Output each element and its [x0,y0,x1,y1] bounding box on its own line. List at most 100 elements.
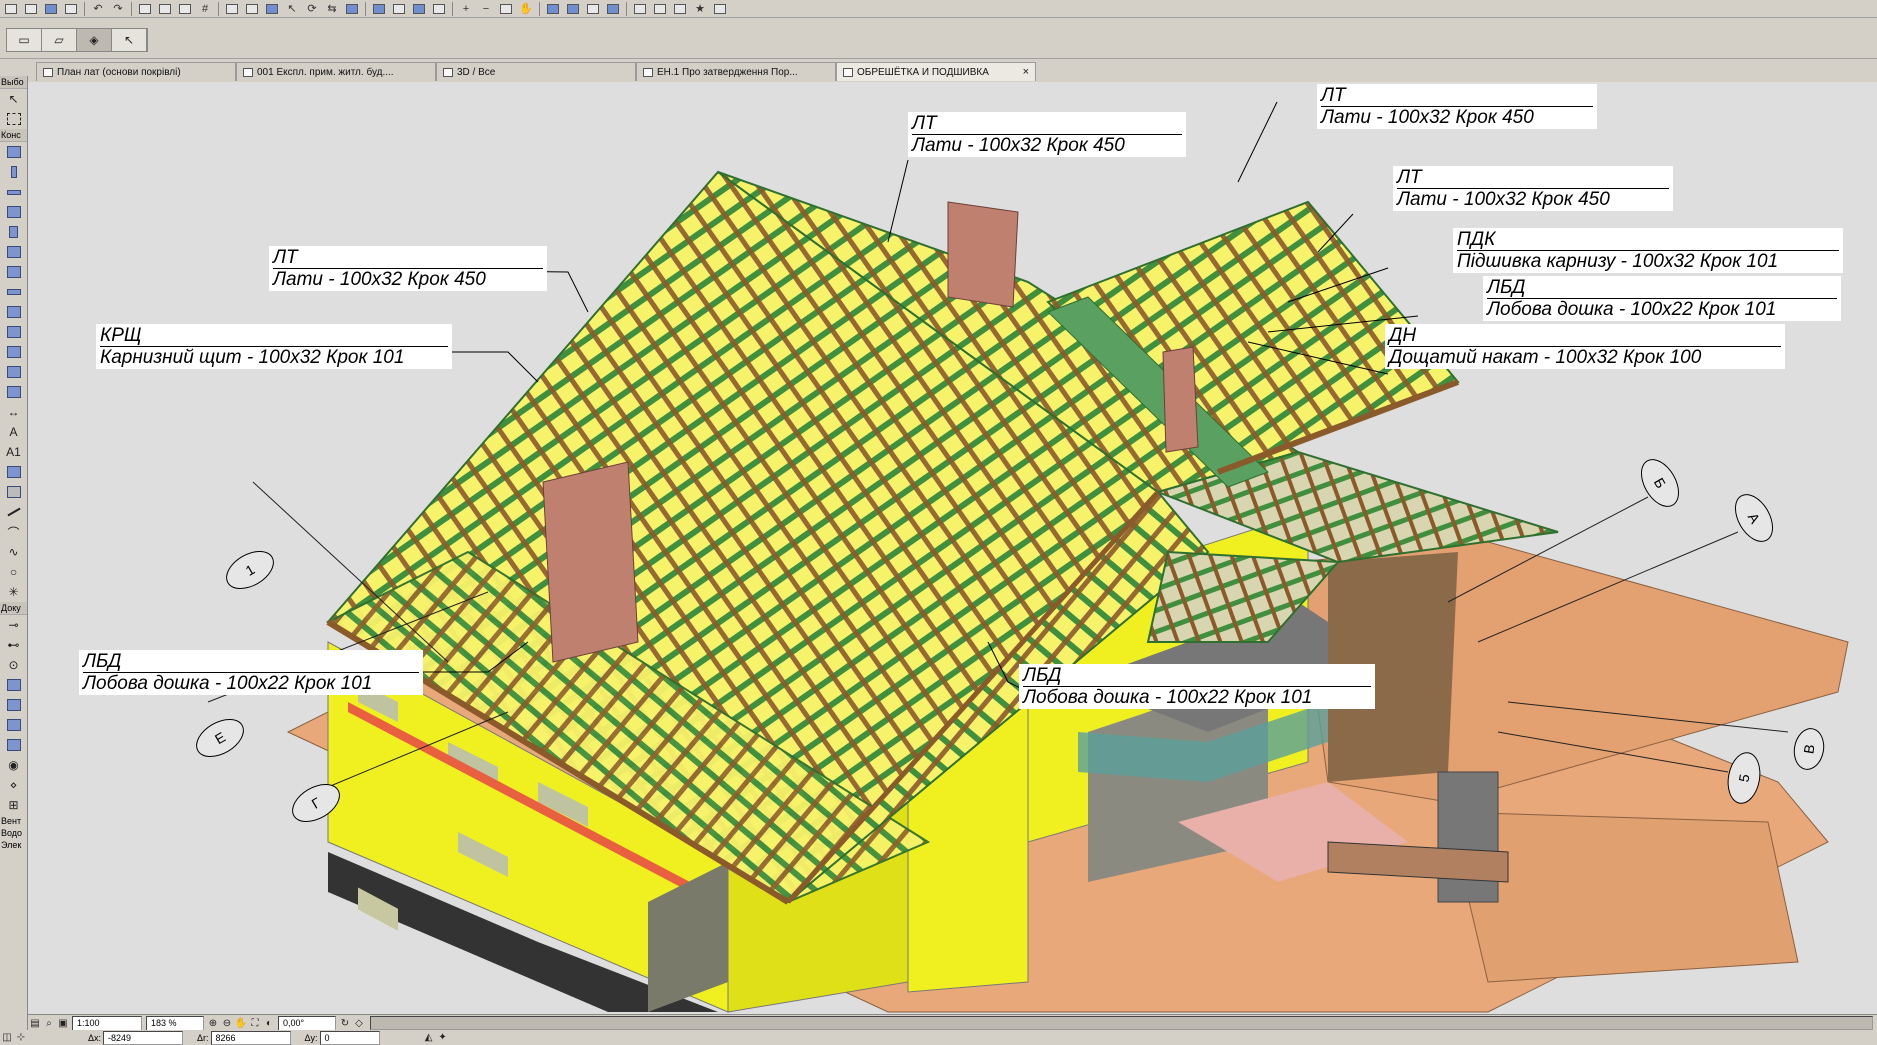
detail-tool-icon[interactable] [0,695,27,715]
tab-3d-all[interactable]: 3D / Все [436,62,636,81]
camera-tool-icon[interactable]: ◉ [0,755,27,775]
publisher-icon[interactable] [651,1,669,17]
roof-tool-icon[interactable] [0,302,27,322]
door-tool-icon[interactable] [0,222,27,242]
fit-in-window-icon[interactable]: ⛶ [248,1017,262,1029]
section-tool-icon[interactable]: ⊸ [0,615,27,635]
materials-icon[interactable] [604,1,622,17]
tab-plan-lath[interactable]: План лат (основи покрівлі) [36,62,236,81]
section-mode-button[interactable]: ▱ [42,29,77,51]
previous-view-icon[interactable]: ◐ [262,1017,276,1029]
object-tool-icon[interactable] [0,242,27,262]
favorites-star-icon[interactable]: ★ [691,1,709,17]
callout-eave-shield[interactable]: КРЩ Карнизний щит - 100х32 Крок 101 [96,324,452,369]
callout-fascia-right[interactable]: ЛБД Лобова дошка - 100х22 Крок 101 [1483,276,1841,321]
detail-icon[interactable] [430,1,448,17]
orientation-field[interactable]: 0,00° [278,1015,336,1031]
grid-icon[interactable]: # [196,1,214,17]
zoom-in-icon[interactable]: + [457,1,475,17]
light-icon[interactable] [584,1,602,17]
view-options-icon[interactable] [176,1,194,17]
snap-icon[interactable] [223,1,241,17]
close-tab-icon[interactable]: × [1023,66,1029,78]
shell-tool-icon[interactable] [0,322,27,342]
dimension-tool-icon[interactable]: ↔ [0,402,27,422]
layout-icon[interactable]: ▤ [28,1017,42,1029]
save-icon[interactable] [42,1,60,17]
pan-icon[interactable]: ✋ [517,1,535,17]
tab-explication[interactable]: 001 Експл. прим. житл. буд.... [236,62,436,81]
new-file-icon[interactable] [2,1,20,17]
interior-elevation-tool-icon[interactable]: ⊙ [0,655,27,675]
dy-field[interactable]: 0 [319,1030,380,1045]
zoom-out-icon[interactable]: ⊖ [220,1017,234,1029]
beam-tool-icon[interactable] [0,182,27,202]
callout-lath-2[interactable]: ЛТ Лати - 100х32 Крок 450 [1317,84,1597,129]
plan-mode-button[interactable]: ▭ [7,29,42,51]
marquee-tool-icon[interactable] [0,109,27,129]
zone-tool-icon[interactable] [0,462,27,482]
change-tool-icon[interactable] [0,715,27,735]
callout-board-deck[interactable]: ДН Дощатий накат - 100х32 Крок 100 [1385,324,1785,369]
level-tool-icon[interactable]: ⋄ [0,775,27,795]
callout-eave-soffit[interactable]: ПДК Підшивка карнизу - 100х32 Крок 101 [1453,228,1843,273]
callout-lath-1[interactable]: ЛТ Лати - 100х32 Крок 450 [908,112,1186,157]
morph-tool-icon[interactable] [0,342,27,362]
callout-lath-4[interactable]: ЛТ Лати - 100х32 Крок 450 [269,246,547,291]
zoom-in-icon[interactable]: ⊕ [206,1017,220,1029]
snap-guides-icon[interactable]: ◭ [422,1032,436,1044]
worksheet-tool-icon[interactable] [0,675,27,695]
render-icon[interactable] [544,1,562,17]
callout-lath-3[interactable]: ЛТ Лати - 100х32 Крок 450 [1393,166,1673,211]
undo-icon[interactable]: ↶ [89,1,107,17]
coordinate-mode-icon[interactable]: ◫ [0,1032,14,1044]
polyline-tool-icon[interactable]: ⌒ [0,522,27,542]
guide-icon[interactable] [243,1,261,17]
zoom-field[interactable]: 183 % [146,1015,204,1031]
elevate-icon[interactable] [343,1,361,17]
line-tool-icon[interactable] [0,502,27,522]
camera-icon[interactable] [564,1,582,17]
dr-field[interactable]: 8266 [210,1030,291,1045]
pen-set-icon[interactable] [156,1,174,17]
layer-settings-icon[interactable] [136,1,154,17]
settings-icon[interactable] [711,1,729,17]
circle-tool-icon[interactable]: ○ [0,562,27,582]
tab-lath-and-soffit[interactable]: ОБРЕШЁТКА И ПОДШИВКА × [836,62,1036,81]
zoom-out-icon[interactable]: − [477,1,495,17]
redo-icon[interactable]: ↷ [109,1,127,17]
3d-mode-button[interactable]: ◈ [77,29,112,51]
callout-fascia-center[interactable]: ЛБД Лобова дошка - 100х22 Крок 101 [1019,664,1375,709]
elevation-tool-icon[interactable]: ⊷ [0,635,27,655]
scale-field[interactable]: 1:100 [72,1015,142,1031]
column-tool-icon[interactable] [0,162,27,182]
layout-book-icon[interactable] [631,1,649,17]
select-arrow-icon[interactable]: ↖ [283,1,301,17]
callout-fascia-left[interactable]: ЛБД Лобова дошка - 100х22 Крок 101 [79,650,423,695]
teamwork-icon[interactable] [671,1,689,17]
text-tool-icon[interactable]: A [0,422,27,442]
curtain-wall-tool-icon[interactable] [0,382,27,402]
section-icon[interactable] [390,1,408,17]
grid-tool-icon[interactable]: ⊞ [0,795,27,815]
rotate-icon[interactable]: ⟳ [303,1,321,17]
arrow-tool-button[interactable]: ↖ [112,29,147,51]
3d-window-icon[interactable] [370,1,388,17]
mirror-icon[interactable]: ⇆ [323,1,341,17]
trace-icon[interactable] [263,1,281,17]
pan-icon[interactable]: ✋ [234,1017,248,1029]
hotspot-tool-icon[interactable]: ✳ [0,582,27,602]
fill-tool-icon[interactable] [0,482,27,502]
rotate-view-icon[interactable]: ↻ [338,1017,352,1029]
label-tool-icon[interactable]: A1 [0,442,27,462]
horizontal-scrollbar[interactable] [370,1016,1873,1030]
magic-wand-icon[interactable]: ✦ [436,1032,450,1044]
spline-tool-icon[interactable]: ∿ [0,542,27,562]
origin-icon[interactable]: ⊹ [14,1032,28,1044]
wall-tool-icon[interactable] [0,142,27,162]
3d-document-canvas[interactable]: 1 Е Г Б А 5 В ЛТ Лати - 100х32 Крок 450 … [28,82,1877,1014]
view-3d-navigate-icon[interactable]: ◇ [352,1017,366,1029]
zoom-area-icon[interactable]: ⌕ [42,1017,56,1029]
mesh-tool-icon[interactable] [0,362,27,382]
arrow-tool-icon[interactable]: ↖ [0,89,27,109]
